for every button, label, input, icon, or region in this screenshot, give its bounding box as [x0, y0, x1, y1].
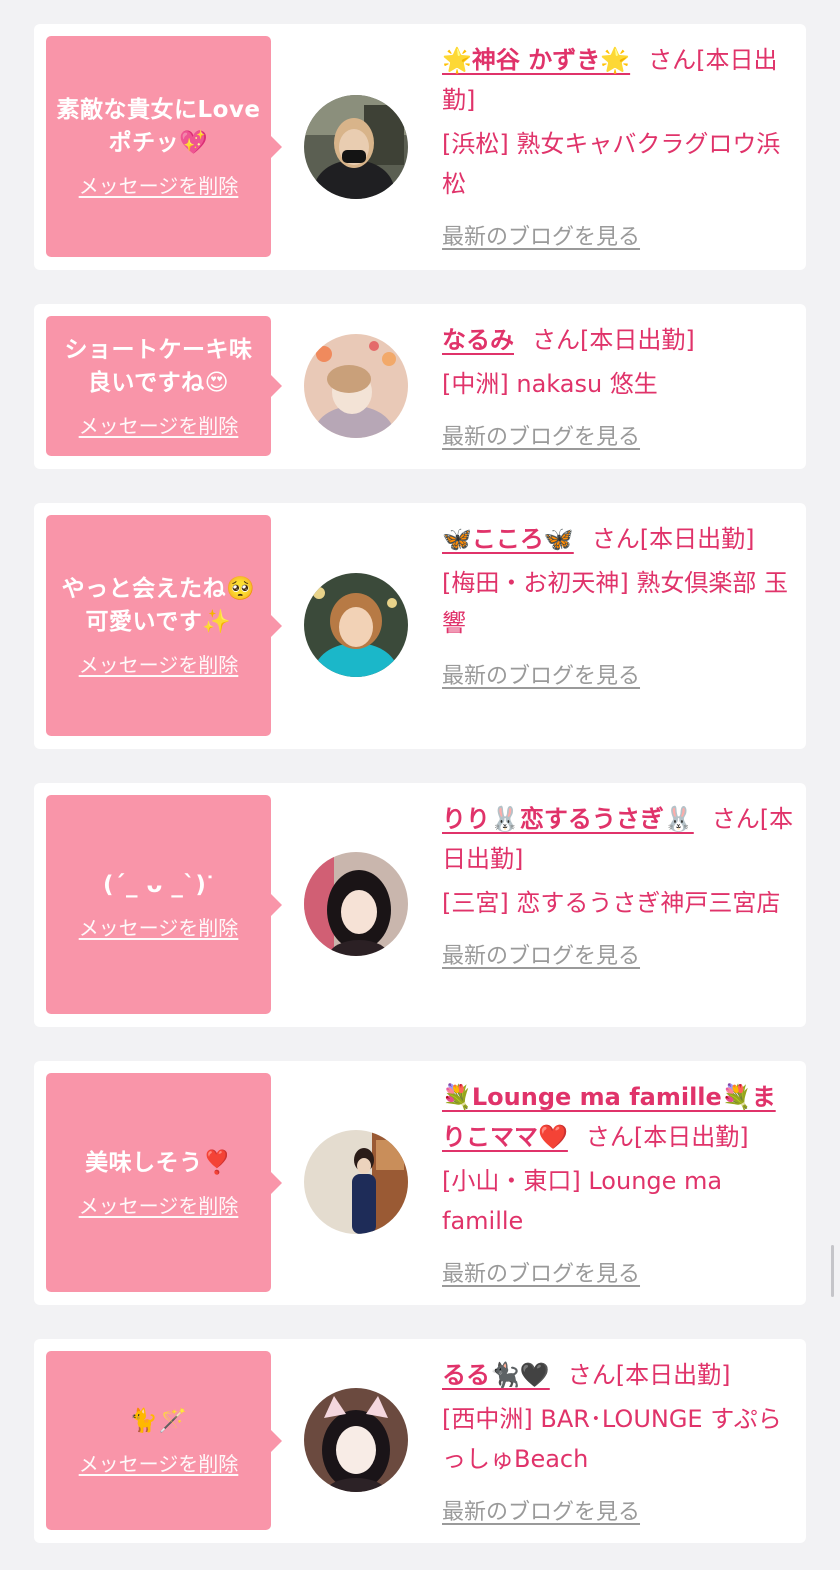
delete-message-link[interactable]: メッセージを削除 [79, 410, 239, 439]
cast-status: さん[本日出勤] [585, 1123, 749, 1151]
message-text: やっと会えたね🥺 可愛いです✨ [61, 576, 256, 635]
message-bubble: 🐈🪄 メッセージを削除 [46, 1351, 282, 1530]
cast-name-link[interactable]: 🦋こころ🦋 [442, 525, 574, 553]
cast-status: さん[本日出勤] [567, 1361, 731, 1389]
delete-message-link[interactable]: メッセージを削除 [79, 1448, 239, 1477]
cast-info: なるみ さん[本日出勤] [中洲] nakasu 悠生 最新のブログを見る [442, 320, 794, 458]
message-text: 🐈🪄 [129, 1407, 188, 1434]
delete-message-link[interactable]: メッセージを削除 [79, 170, 239, 199]
avatar[interactable] [304, 1130, 408, 1234]
cast-status: さん[本日出勤] [591, 525, 755, 553]
latest-blog-link[interactable]: 最新のブログを見る [442, 218, 640, 258]
message-text: ショートケーキ味 良いですね😍 [64, 336, 253, 396]
shop-name: [三宮] 恋するうさぎ神戸三宮店 [442, 889, 781, 917]
message-bubble: (ˊ_ ᴗ _ˋ)ᐝ メッセージを削除 [46, 795, 282, 1014]
latest-blog-link[interactable]: 最新のブログを見る [442, 937, 640, 977]
message-text: 素敵な貴女にLove ポチッ💖 [56, 97, 261, 156]
delete-message-link[interactable]: メッセージを削除 [79, 649, 239, 678]
latest-blog-link[interactable]: 最新のブログを見る [442, 1493, 640, 1533]
cast-status: さん[本日出勤] [532, 326, 695, 354]
shop-name: [中洲] nakasu 悠生 [442, 370, 658, 398]
cast-info: 💐Lounge ma famille💐まりこママ❤️ さん[本日出勤] [小山・東… [442, 1077, 794, 1295]
message-card: 素敵な貴女にLove ポチッ💖 メッセージを削除 🌟神谷 かずき🌟 さん[本日出勤… [34, 24, 806, 270]
message-text: 美味しそう❣️ [85, 1149, 232, 1176]
message-bubble: やっと会えたね🥺 可愛いです✨ メッセージを削除 [46, 515, 282, 736]
latest-blog-link[interactable]: 最新のブログを見る [442, 1255, 640, 1295]
message-card: 美味しそう❣️ メッセージを削除 💐Lounge ma famille💐まりこマ… [34, 1061, 806, 1305]
message-bubble: 美味しそう❣️ メッセージを削除 [46, 1073, 282, 1292]
delete-message-link[interactable]: メッセージを削除 [79, 912, 239, 941]
shop-name: [浜松] 熟女キャバクラグロウ浜松 [442, 130, 781, 198]
avatar[interactable] [304, 95, 408, 199]
scrollbar[interactable] [831, 1245, 834, 1297]
cast-info: りり🐰恋するうさぎ🐰 さん[本日出勤] [三宮] 恋するうさぎ神戸三宮店 最新のブ… [442, 799, 794, 977]
message-card: 🐈🪄 メッセージを削除 るる🐈‍⬛🖤 さん[本日出勤] [西中洲] BAR･LOU… [34, 1339, 806, 1543]
avatar[interactable] [304, 852, 408, 956]
message-card: (ˊ_ ᴗ _ˋ)ᐝ メッセージを削除 りり🐰恋するうさぎ🐰 さん[本日出勤] [… [34, 783, 806, 1027]
cast-info: 🌟神谷 かずき🌟 さん[本日出勤] [浜松] 熟女キャバクラグロウ浜松 最新のブロ… [442, 40, 794, 258]
avatar[interactable] [304, 1388, 408, 1492]
shop-name: [小山・東口] Lounge ma famille [442, 1167, 723, 1235]
shop-name: [梅田・お初天神] 熟女倶楽部 玉響 [442, 569, 788, 637]
avatar[interactable] [304, 334, 408, 438]
cast-info: るる🐈‍⬛🖤 さん[本日出勤] [西中洲] BAR･LOUNGE すぷらっしゅBe… [442, 1355, 794, 1533]
shop-name: [西中洲] BAR･LOUNGE すぷらっしゅBeach [442, 1405, 782, 1473]
avatar[interactable] [304, 573, 408, 677]
message-bubble: 素敵な貴女にLove ポチッ💖 メッセージを削除 [46, 36, 282, 257]
latest-blog-link[interactable]: 最新のブログを見る [442, 418, 640, 458]
message-bubble: ショートケーキ味 良いですね😍 メッセージを削除 [46, 316, 282, 456]
cast-name-link[interactable]: 🌟神谷 かずき🌟 [442, 46, 630, 74]
message-text: (ˊ_ ᴗ _ˋ)ᐝ [103, 871, 214, 898]
delete-message-link[interactable]: メッセージを削除 [79, 1190, 239, 1219]
cast-info: 🦋こころ🦋 さん[本日出勤] [梅田・お初天神] 熟女倶楽部 玉響 最新のブログを… [442, 519, 794, 697]
latest-blog-link[interactable]: 最新のブログを見る [442, 657, 640, 697]
cast-name-link[interactable]: なるみ [442, 326, 514, 354]
cast-name-link[interactable]: りり🐰恋するうさぎ🐰 [442, 805, 694, 833]
cast-name-link[interactable]: るる🐈‍⬛🖤 [442, 1361, 550, 1389]
message-card: やっと会えたね🥺 可愛いです✨ メッセージを削除 🦋こころ🦋 さん[本日出勤] [… [34, 503, 806, 749]
message-card: ショートケーキ味 良いですね😍 メッセージを削除 なるみ さん[本日出勤] [中洲… [34, 304, 806, 469]
